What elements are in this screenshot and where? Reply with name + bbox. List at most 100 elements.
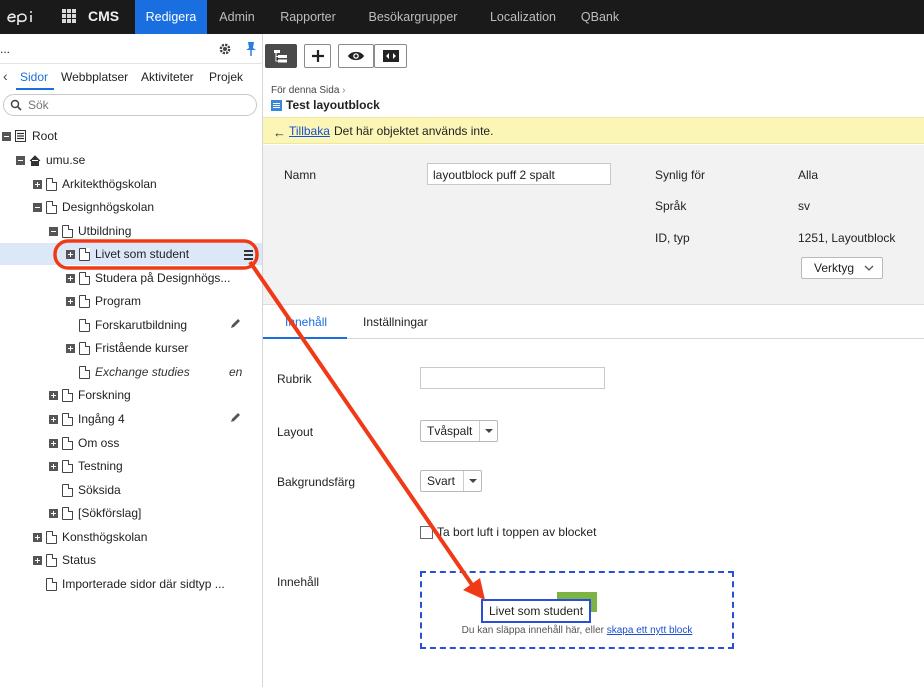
tree-item-studera[interactable]: Studera på Designhögs... (66, 267, 246, 289)
epi-logo[interactable] (6, 7, 42, 27)
tab-webbplatser[interactable]: Webbplatser (61, 70, 128, 84)
collapse-icon[interactable] (2, 131, 11, 141)
tree-item-root[interactable]: Root (2, 125, 242, 147)
page-icon (79, 341, 90, 355)
tab-installningar[interactable]: Inställningar (363, 315, 428, 329)
language-badge: en (229, 365, 243, 379)
tree-item-umu[interactable]: umu.se (16, 149, 246, 171)
expand-icon[interactable] (66, 296, 75, 306)
search-icon (10, 99, 22, 111)
tree-item-omoss[interactable]: Om oss (49, 432, 239, 454)
id-value: 1251, Layoutblock (798, 231, 896, 245)
tree-item-ingang[interactable]: Ingång 4 (49, 408, 219, 430)
tree-item-livet[interactable]: Livet som student (0, 243, 262, 265)
tree-item-design[interactable]: Designhögskolan (33, 196, 243, 218)
expand-icon[interactable] (49, 414, 58, 424)
tree-item-testning[interactable]: Testning (49, 455, 239, 477)
rubrik-input[interactable] (420, 367, 605, 389)
app-grid-icon[interactable] (62, 9, 76, 23)
collapse-icon[interactable] (16, 155, 25, 165)
expand-icon[interactable] (66, 273, 75, 283)
name-label: Namn (284, 168, 317, 182)
pin-icon[interactable] (245, 41, 257, 57)
tree-item-utbildning[interactable]: Utbildning (49, 220, 249, 242)
rubrik-label: Rubrik (277, 372, 312, 386)
create-block-link[interactable]: skapa ett nytt block (607, 625, 693, 636)
root-icon (15, 130, 26, 142)
search-input[interactable] (26, 97, 246, 113)
tree-item-exchange[interactable]: Exchange studies (79, 361, 219, 383)
name-input[interactable]: layoutblock puff 2 spalt (427, 163, 611, 185)
tab-projekt[interactable]: Projek (209, 70, 243, 84)
gear-icon[interactable] (218, 42, 232, 56)
nav-redigera[interactable]: Redigera (135, 0, 207, 34)
expand-icon[interactable] (33, 179, 42, 189)
compare-icon[interactable] (374, 44, 407, 68)
tree-item-forskarutbildning[interactable]: Forskarutbildning (79, 314, 229, 336)
nav-localization[interactable]: Localization (477, 0, 569, 34)
add-button[interactable] (304, 44, 331, 68)
content-dropzone[interactable]: Livet som student Du kan släppa innehåll… (420, 571, 734, 649)
remove-top-space-checkbox[interactable] (420, 526, 433, 539)
breadcrumb[interactable]: För denna Sida › (271, 85, 346, 96)
page-icon (62, 224, 73, 238)
tree-item-program[interactable]: Program (66, 290, 246, 312)
tab-sidor[interactable]: Sidor (20, 70, 48, 84)
tree-item-label: Söksida (78, 483, 121, 497)
tree-item-label: Exchange studies (95, 365, 190, 379)
expand-icon[interactable] (33, 532, 42, 542)
tree-item-label: Om oss (78, 436, 120, 450)
tree-item-konst[interactable]: Konsthögskolan (33, 526, 243, 548)
expand-icon[interactable] (49, 438, 58, 448)
page-icon (46, 553, 57, 567)
active-tab-indicator (263, 337, 347, 339)
nav-qbank[interactable]: QBank (569, 0, 631, 34)
layout-select[interactable]: Tvåspalt (420, 420, 498, 442)
tree-item-status[interactable]: Status (33, 549, 243, 571)
drag-tooltip: Livet som student (481, 599, 592, 623)
tree-view-button[interactable] (265, 44, 297, 68)
expand-icon[interactable] (49, 508, 58, 518)
nav-besokargrupper[interactable]: Besökargrupper (349, 0, 477, 34)
expand-icon[interactable] (33, 555, 42, 565)
collapse-icon[interactable] (33, 202, 42, 212)
content-label: Innehåll (277, 575, 320, 589)
nav-rapporter[interactable]: Rapporter (267, 0, 349, 34)
page-icon (62, 506, 73, 520)
tree-item-label: Designhögskolan (62, 200, 155, 214)
notice-bar: ← Tillbaka Det här objektet används inte… (263, 117, 924, 144)
tree-item-importerade[interactable]: Importerade sidor där sidtyp ... (46, 573, 256, 595)
bg-color-select[interactable]: Svart (420, 470, 482, 492)
tree-item-forskning[interactable]: Forskning (49, 384, 239, 406)
page-icon (79, 294, 90, 308)
tab-innehall[interactable]: Innehåll (285, 315, 327, 329)
tree-item-label: [Sökförslag] (78, 506, 142, 520)
tools-dropdown[interactable]: Verktyg (801, 257, 883, 279)
preview-eye-icon[interactable] (338, 44, 374, 68)
page-icon (62, 388, 73, 402)
tree-item-fristaende[interactable]: Fristående kurser (66, 337, 246, 359)
active-tab-indicator (16, 88, 54, 90)
tree-item-sokforslag[interactable]: [Sökförslag] (49, 502, 239, 524)
tree-item-label: Konsthögskolan (62, 530, 148, 544)
nav-admin[interactable]: Admin (207, 0, 267, 34)
tree-item-label: Studera på Designhögs... (95, 271, 231, 285)
drop-hint: Du kan släppa innehåll här, eller skapa … (461, 625, 693, 636)
context-menu-icon[interactable] (244, 250, 253, 262)
app-name: CMS (88, 8, 120, 24)
pencil-icon (229, 317, 242, 330)
back-link[interactable]: Tillbaka (289, 124, 330, 138)
tree-item-arkitekt[interactable]: Arkitekthögskolan (33, 173, 243, 195)
expand-icon[interactable] (49, 390, 58, 400)
chevron-left-icon[interactable]: ‹ (3, 68, 8, 84)
collapse-icon[interactable] (49, 226, 58, 236)
content-panel: För denna Sida › Test layoutblock ← Till… (263, 34, 924, 687)
expand-icon[interactable] (49, 461, 58, 471)
expand-icon[interactable] (66, 343, 75, 353)
tree-item-label: Fristående kurser (95, 341, 189, 355)
expand-icon[interactable] (66, 249, 75, 259)
tree-item-soksida[interactable]: Söksida (62, 479, 232, 501)
tab-aktiviteter[interactable]: Aktiviteter (141, 70, 194, 84)
bg-color-label: Bakgrundsfärg (277, 475, 356, 489)
checkbox-label: Ta bort luft i toppen av blocket (437, 525, 597, 539)
